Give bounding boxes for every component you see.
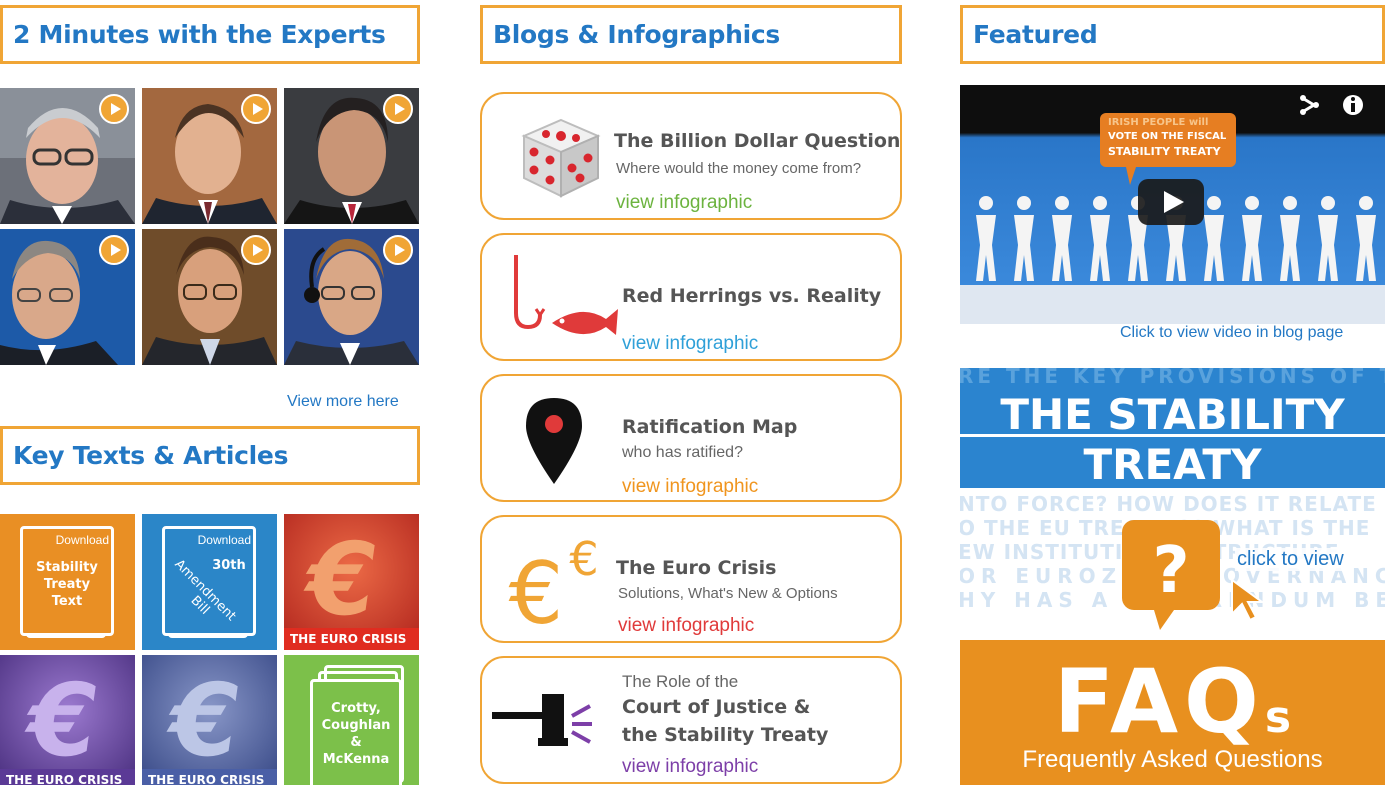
blogs-section-title: Blogs & Infographics	[493, 20, 780, 49]
faq-click-label[interactable]: click to view	[1235, 548, 1346, 571]
gavel-icon	[492, 694, 592, 746]
expert-video-2[interactable]	[142, 88, 277, 224]
euro-icon: €	[0, 655, 135, 785]
infographic-subtitle: Where would the money come from?	[616, 160, 862, 177]
faq-bg-text-2: NTO FORCE? HOW DOES IT RELATE	[960, 492, 1377, 516]
faq-bg-text-1: RE THE KEY PROVISIONS OF THE	[960, 368, 1385, 388]
video-overlay-line1: IRISH PEOPLE will	[1108, 117, 1209, 128]
play-icon[interactable]	[99, 235, 129, 265]
euro-crisis-caption: THE EURO CRISIS	[284, 628, 419, 650]
euro-crisis-caption: THE EURO CRISIS	[0, 769, 135, 785]
expert-video-4[interactable]	[0, 229, 135, 365]
featured-video-player[interactable]: IRISH PEOPLE will VOTE ON THE FISCAL STA…	[960, 85, 1385, 324]
fish-hook-icon	[514, 255, 618, 335]
keytext-30th-amendment-bill[interactable]: Download 30th Amendment Bill	[142, 514, 277, 650]
video-overlay-line2: VOTE ON THE FISCAL	[1108, 131, 1227, 142]
faq-heading-1: THE STABILITY	[1000, 390, 1345, 439]
euro-icon: €	[142, 655, 277, 785]
blogs-section-header: Blogs & Infographics	[480, 5, 902, 64]
infographic-subtitle: Solutions, What's New & Options	[618, 585, 838, 602]
expert-video-1[interactable]	[0, 88, 135, 224]
view-infographic-link[interactable]: view infographic	[622, 756, 758, 778]
cursor-arrow-icon	[1231, 578, 1266, 622]
coughlan-line: Coughlan	[321, 718, 391, 733]
document-icon: Download 30th Amendment Bill	[162, 526, 256, 636]
infographic-card-euro-crisis[interactable]: € € The Euro Crisis Solutions, What's Ne…	[480, 515, 902, 643]
keytext-crotty-coughlan-mckenna[interactable]: Crotty, Coughlan & McKenna	[284, 655, 419, 785]
keytexts-section-title: Key Texts & Articles	[13, 441, 289, 470]
experts-section-title: 2 Minutes with the Experts	[13, 20, 386, 49]
treaty-line: Treaty	[43, 577, 91, 592]
infographic-title: The Billion Dollar Question	[614, 130, 901, 152]
svg-text:€: €	[569, 532, 598, 586]
faq-letters: FAQ	[1053, 650, 1265, 753]
expert-video-6[interactable]	[284, 229, 419, 365]
dice-icon	[521, 118, 601, 198]
svg-text:€: €	[509, 544, 564, 631]
video-overlay-line3: STABILITY TREATY	[1108, 145, 1221, 158]
play-icon[interactable]	[241, 235, 271, 265]
info-icon[interactable]	[1340, 91, 1366, 119]
play-button-icon[interactable]	[1138, 179, 1204, 225]
play-icon[interactable]	[383, 235, 413, 265]
infographic-subtitle: who has ratified?	[622, 444, 743, 461]
faq-big-text: FAQs	[960, 650, 1385, 753]
infographic-card-red-herrings[interactable]: Red Herrings vs. Reality view infographi…	[480, 233, 902, 361]
view-infographic-link[interactable]: view infographic	[616, 192, 752, 214]
view-infographic-link[interactable]: view infographic	[622, 333, 758, 355]
play-icon[interactable]	[383, 94, 413, 124]
ampersand-line: &	[350, 735, 362, 750]
infographic-title: Court of Justice &	[622, 696, 811, 718]
mckenna-line: McKenna	[322, 752, 390, 767]
view-more-link[interactable]: View more here	[287, 393, 399, 411]
view-infographic-link[interactable]: view infographic	[618, 615, 754, 637]
featured-faq-banner[interactable]: RE THE KEY PROVISIONS OF THE THE STABILI…	[960, 368, 1385, 785]
infographic-title-line2: the Stability Treaty	[622, 724, 829, 746]
play-icon[interactable]	[99, 94, 129, 124]
view-infographic-link[interactable]: view infographic	[622, 476, 758, 498]
keytext-euro-crisis-2[interactable]: € THE EURO CRISIS	[0, 655, 135, 785]
map-pin-icon	[526, 398, 582, 484]
30th-line: 30th	[212, 558, 246, 573]
expert-video-5[interactable]	[142, 229, 277, 365]
infographic-title: The Euro Crisis	[616, 557, 777, 579]
keytext-euro-crisis-1[interactable]: € THE EURO CRISIS	[284, 514, 419, 650]
euro-icon: € €	[509, 532, 599, 631]
crotty-line: Crotty,	[331, 701, 381, 716]
question-bubble-icon: ?	[1122, 520, 1220, 630]
faq-heading-2: TREATY	[1083, 440, 1262, 489]
infographic-card-billion-dollar[interactable]: The Billion Dollar Question Where would …	[480, 92, 902, 220]
document-icon: Download Stability Treaty Text	[20, 526, 114, 636]
svg-text:?: ?	[1152, 534, 1189, 608]
share-icon[interactable]	[1298, 91, 1322, 119]
keytext-euro-crisis-3[interactable]: € THE EURO CRISIS	[142, 655, 277, 785]
infographic-card-ratification-map[interactable]: Ratification Map who has ratified? view …	[480, 374, 902, 502]
infographic-card-court-of-justice[interactable]: The Role of the Court of Justice & the S…	[480, 656, 902, 784]
download-label: Download	[55, 533, 109, 547]
infographic-title: Ratification Map	[622, 416, 798, 438]
expert-video-3[interactable]	[284, 88, 419, 224]
faq-s: s	[1264, 692, 1292, 743]
keytext-stability-treaty-text[interactable]: Download Stability Treaty Text	[0, 514, 135, 650]
document-icon: Crotty, Coughlan & McKenna	[310, 679, 402, 785]
euro-crisis-caption: THE EURO CRISIS	[142, 769, 277, 785]
infographic-pre-title: The Role of the	[622, 672, 739, 691]
text-line: Text	[51, 594, 83, 609]
stability-line: Stability	[36, 560, 98, 575]
play-icon[interactable]	[241, 94, 271, 124]
featured-section-header: Featured	[960, 5, 1385, 64]
faq-subtitle: Frequently Asked Questions	[1022, 746, 1323, 773]
keytexts-section-header: Key Texts & Articles	[0, 426, 420, 485]
download-label: Download	[197, 533, 251, 547]
featured-section-title: Featured	[973, 20, 1098, 49]
video-caption-link[interactable]: Click to view video in blog page	[1120, 324, 1343, 342]
experts-section-header: 2 Minutes with the Experts	[0, 5, 420, 64]
infographic-title: Red Herrings vs. Reality	[622, 285, 882, 307]
